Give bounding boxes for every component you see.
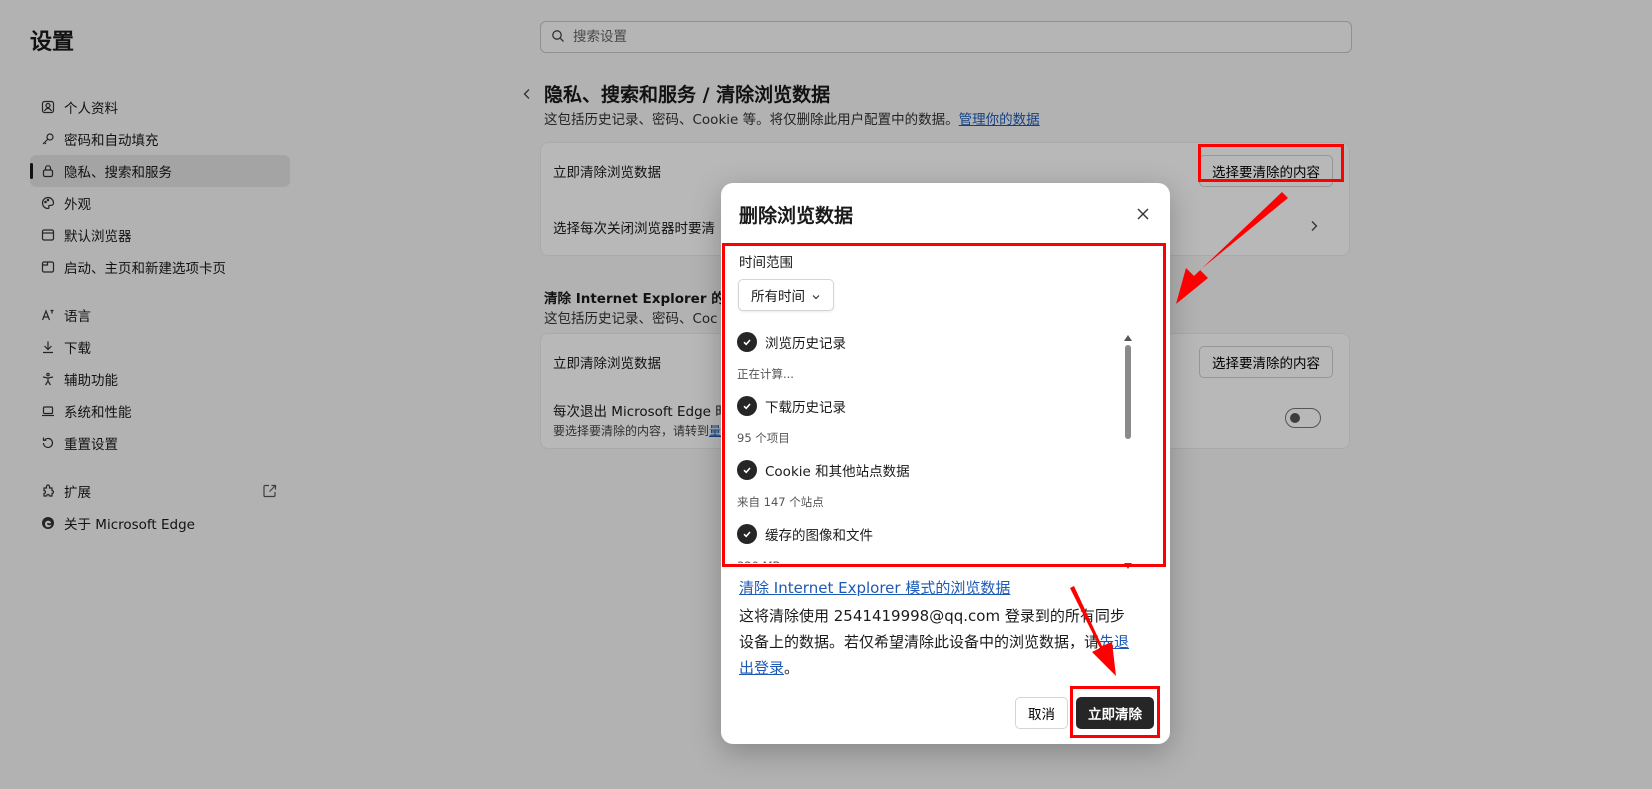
close-icon[interactable] (1134, 205, 1152, 223)
item-label: 下载历史记录 (765, 400, 846, 416)
checkmark-icon[interactable] (737, 396, 757, 416)
chevron-down-icon (811, 290, 821, 300)
list-scrollbar[interactable] (1121, 327, 1135, 569)
item-detail: 来自 147 个站点 (737, 495, 824, 509)
scrollbar-thumb[interactable] (1125, 345, 1131, 439)
sync-notice: 这将清除使用 2541419998@qq.com 登录到的所有同步设备上的数据。… (739, 607, 1130, 677)
data-type-list: 浏览历史记录 正在计算... 下载历史记录 95 个项目 Cookie 和其他站… (737, 325, 1117, 563)
item-label: 缓存的图像和文件 (765, 528, 873, 544)
checkmark-icon[interactable] (737, 524, 757, 544)
delete-browsing-data-dialog: 删除浏览数据 时间范围 所有时间 浏览历史记录 正在计算... 下载历史记录 9… (721, 183, 1170, 744)
dialog-title: 删除浏览数据 (739, 205, 854, 227)
item-label: Cookie 和其他站点数据 (765, 464, 910, 480)
list-item-history[interactable]: 浏览历史记录 (737, 325, 1117, 359)
item-detail: 正在计算... (737, 367, 794, 381)
list-item-cookies[interactable]: Cookie 和其他站点数据 (737, 453, 1117, 487)
clear-now-button[interactable]: 立即清除 (1076, 697, 1154, 729)
clear-ie-data-link[interactable]: 清除 Internet Explorer 模式的浏览数据 (739, 577, 1010, 598)
item-detail: 320 MB (737, 551, 1117, 563)
time-range-select[interactable]: 所有时间 (738, 279, 834, 311)
time-range-label: 时间范围 (739, 255, 793, 271)
scroll-down-icon[interactable] (1123, 555, 1133, 569)
item-label: 浏览历史记录 (765, 336, 846, 352)
checkmark-icon[interactable] (737, 332, 757, 352)
time-range-value: 所有时间 (751, 289, 805, 305)
list-item-downloads[interactable]: 下载历史记录 (737, 389, 1117, 423)
scroll-up-icon[interactable] (1123, 327, 1133, 341)
list-item-cache[interactable]: 缓存的图像和文件 (737, 517, 1117, 551)
item-detail: 95 个项目 (737, 431, 790, 445)
cancel-button[interactable]: 取消 (1015, 697, 1068, 729)
checkmark-icon[interactable] (737, 460, 757, 480)
